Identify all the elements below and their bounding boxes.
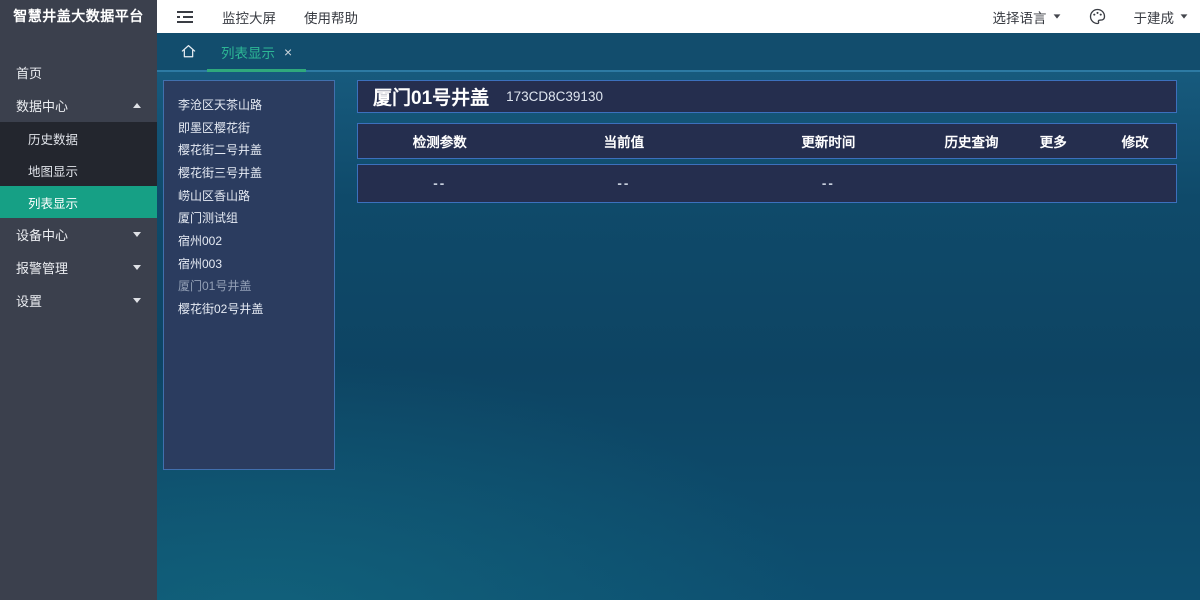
device-item-label: 樱花街02号井盖 (178, 300, 263, 317)
sidebar-item-label: 首页 (16, 63, 42, 82)
device-list-item[interactable]: 樱花街02号井盖 (164, 297, 334, 320)
device-item-label: 崂山区香山路 (178, 187, 250, 204)
column-header-current-value: 当前值 (522, 131, 727, 151)
cell-param: -- (358, 176, 522, 191)
sidebar-item-history-data[interactable]: 历史数据 (0, 122, 157, 154)
chevron-down-icon (133, 265, 141, 270)
language-selector-label: 选择语言 (993, 7, 1047, 27)
table-header-row: 检测参数 当前值 更新时间 历史查询 更多 修改 (357, 123, 1177, 159)
topbar-menu-monitor-screen[interactable]: 监控大屏 (222, 7, 276, 27)
device-item-label: 李沧区天茶山路 (178, 96, 262, 113)
sidebar-nav: 首页 数据中心 历史数据 地图显示 列表显示 设备中心 (0, 33, 157, 317)
sidebar-item-list-display[interactable]: 列表显示 (0, 186, 157, 218)
tab-label: 列表显示 (221, 42, 275, 62)
sidebar-item-label: 列表显示 (28, 193, 78, 212)
device-item-label: 即墨区樱花街 (178, 119, 250, 136)
device-item-label: 宿州003 (178, 255, 222, 272)
sidebar-item-label: 地图显示 (28, 161, 78, 180)
sidebar-item-device-center[interactable]: 设备中心 (0, 218, 157, 251)
topbar-right: 选择语言 于建成 (993, 7, 1189, 27)
tabbar: 列表显示 × (157, 33, 1200, 72)
column-header-update-time: 更新时间 (726, 131, 931, 151)
collapse-menu-icon[interactable] (176, 10, 194, 24)
device-list-item[interactable]: 樱花街三号井盖 (164, 161, 334, 184)
app-window: 智慧井盖大数据平台 首页 数据中心 历史数据 地图显示 列表显示 (0, 0, 1200, 600)
device-list-item[interactable]: 李沧区天茶山路 (164, 93, 334, 116)
chevron-up-icon (133, 103, 141, 108)
device-list-item[interactable]: 厦门测试组 (164, 206, 334, 229)
device-list-item[interactable]: 宿州002 (164, 229, 334, 252)
sidebar-item-settings[interactable]: 设置 (0, 284, 157, 317)
tab-list-display[interactable]: 列表显示 × (207, 33, 306, 70)
sidebar-item-label: 历史数据 (28, 129, 78, 148)
sidebar-item-label: 数据中心 (16, 96, 68, 115)
sidebar-item-label: 设置 (16, 291, 42, 310)
column-header-param: 检测参数 (358, 131, 522, 151)
sidebar-item-label: 报警管理 (16, 258, 68, 277)
cell-current-value: -- (522, 176, 727, 191)
user-menu[interactable]: 于建成 (1134, 7, 1189, 27)
device-list-item[interactable]: 崂山区香山路 (164, 184, 334, 207)
close-icon[interactable]: × (284, 45, 292, 59)
home-icon[interactable] (180, 43, 197, 60)
sidebar-item-data-center[interactable]: 数据中心 (0, 89, 157, 122)
topbar-menu-help[interactable]: 使用帮助 (304, 7, 358, 27)
device-item-label: 樱花街三号井盖 (178, 164, 262, 181)
app-logo: 智慧井盖大数据平台 (0, 0, 157, 33)
sidebar-item-home[interactable]: 首页 (0, 56, 157, 89)
sidebar-item-label: 设备中心 (16, 225, 68, 244)
sidebar-item-alarm-management[interactable]: 报警管理 (0, 251, 157, 284)
table-row: -- -- -- (357, 164, 1177, 203)
device-list-item-selected[interactable]: 厦门01号井盖 (164, 275, 334, 298)
chevron-down-icon (133, 298, 141, 303)
device-item-label: 宿州002 (178, 232, 222, 249)
device-title-card: 厦门01号井盖 173CD8C39130 (357, 80, 1177, 113)
column-header-history-query: 历史查询 (931, 131, 1013, 151)
chevron-down-icon (133, 232, 141, 237)
main-content: 李沧区天茶山路 即墨区樱花街 樱花街二号井盖 樱花街三号井盖 崂山区香山路 厦门… (157, 72, 1200, 600)
sidebar-item-map-display[interactable]: 地图显示 (0, 154, 157, 186)
device-list-item[interactable]: 宿州003 (164, 252, 334, 275)
chevron-down-icon (1181, 14, 1188, 18)
detail-panel: 厦门01号井盖 173CD8C39130 检测参数 当前值 更新时间 历史查询 … (357, 80, 1177, 203)
chevron-down-icon (1053, 14, 1060, 18)
device-list-item[interactable]: 即墨区樱花街 (164, 116, 334, 139)
device-list-panel: 李沧区天茶山路 即墨区樱花街 樱花街二号井盖 樱花街三号井盖 崂山区香山路 厦门… (163, 80, 335, 470)
column-header-modify: 修改 (1094, 131, 1176, 151)
device-list-item[interactable]: 樱花街二号井盖 (164, 138, 334, 161)
column-header-more: 更多 (1012, 131, 1094, 151)
topbar: 监控大屏 使用帮助 选择语言 于建成 (157, 0, 1200, 33)
username: 于建成 (1134, 7, 1175, 27)
device-item-label: 樱花街二号井盖 (178, 141, 262, 158)
device-title: 厦门01号井盖 (373, 83, 489, 110)
language-selector[interactable]: 选择语言 (993, 7, 1061, 27)
sidebar: 智慧井盖大数据平台 首页 数据中心 历史数据 地图显示 列表显示 (0, 0, 157, 600)
cell-update-time: -- (726, 176, 931, 191)
device-item-label: 厦门01号井盖 (178, 277, 251, 294)
device-item-label: 厦门测试组 (178, 209, 238, 226)
device-id: 173CD8C39130 (506, 89, 603, 104)
theme-palette-icon[interactable] (1089, 8, 1106, 25)
data-center-submenu: 历史数据 地图显示 列表显示 (0, 122, 157, 218)
